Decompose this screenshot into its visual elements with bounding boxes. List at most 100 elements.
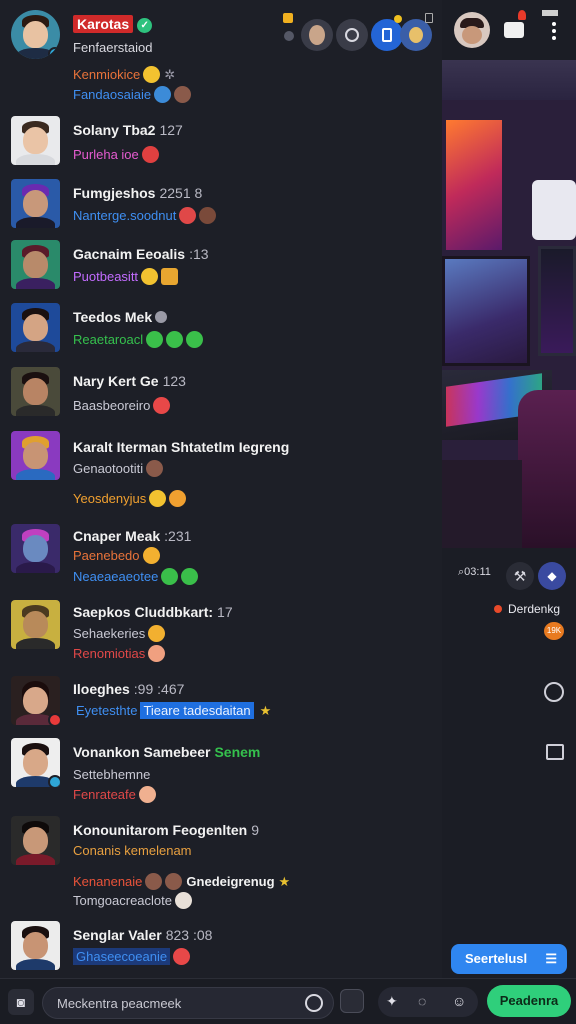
grin-emoji-icon xyxy=(143,66,161,83)
gif-icon[interactable] xyxy=(340,989,364,1013)
message-text: Paenebedo xyxy=(73,547,160,564)
angry-emoji-icon xyxy=(153,397,171,414)
username[interactable]: Teedos Mek xyxy=(73,309,168,325)
message-text: Puotbeasitt xyxy=(73,268,179,285)
dot-icon xyxy=(284,31,294,41)
heart-emoji-icon xyxy=(141,146,159,163)
viewer-avatar-icon[interactable] xyxy=(301,19,333,51)
avatar[interactable] xyxy=(11,921,60,970)
chat-bubble-icon[interactable]: ◆ xyxy=(538,562,566,590)
stream-preview[interactable] xyxy=(442,60,576,548)
username[interactable]: Solany Tba2 127 xyxy=(73,122,183,138)
avatar[interactable] xyxy=(11,367,60,416)
avatar[interactable] xyxy=(11,600,60,649)
clip-icon[interactable] xyxy=(371,19,403,51)
chat-message: Gacnaim Eeoalis:13 Puotbeasitt xyxy=(0,240,442,296)
avatar[interactable] xyxy=(11,738,60,787)
chat-message: Nary Kert Ge 123 Baasbeoreiro xyxy=(0,367,442,423)
message-text: Kenanenaie Gnedeigrenug ★ xyxy=(73,873,291,890)
grin-emoji-icon xyxy=(141,268,159,285)
message-text: Yeosdenyjus xyxy=(73,490,187,507)
share-icon[interactable] xyxy=(504,22,524,38)
smile-emoji-icon xyxy=(175,892,192,909)
chat-message: Solany Tba2 127 Purleha ioe xyxy=(0,116,442,172)
chat-message: Iloeghes:99 :467 Eyetesthte Tieare tadesd… xyxy=(0,676,442,726)
emoji-picker-icon[interactable] xyxy=(305,994,323,1012)
avatar[interactable] xyxy=(11,116,60,165)
username[interactable]: Senglar Valer 823 :08 xyxy=(73,927,212,943)
sparkle-icon: ✲ xyxy=(164,67,176,82)
username[interactable]: Fumgjeshos 2251 8 xyxy=(73,185,202,201)
avatar[interactable] xyxy=(11,179,60,228)
header-line-2: Fandaosaiaie xyxy=(73,86,192,103)
reply-icon[interactable]: ◌ xyxy=(418,993,426,1009)
heart-emoji-icon xyxy=(154,86,172,103)
signal-icon xyxy=(542,10,558,16)
username[interactable]: Vonankon Samebeer Senem xyxy=(73,744,260,760)
avatar[interactable] xyxy=(11,303,60,352)
channel-name-row: Karotas ✓ xyxy=(73,15,153,33)
folder-icon[interactable] xyxy=(546,744,564,760)
username[interactable]: Nary Kert Ge 123 xyxy=(73,373,186,389)
chat-panel: Karotas ✓ Fenfaerstaiod Kenmiokice ✲ Fanda… xyxy=(0,0,442,978)
gift-icon[interactable]: ✦ xyxy=(386,993,398,1010)
second-monitor-image xyxy=(538,246,576,356)
avatar[interactable] xyxy=(11,524,60,573)
streamer-avatar[interactable] xyxy=(454,12,490,48)
ceiling-image xyxy=(442,60,576,100)
chat-message: Karalt Iterman Shtatetlm Iegreng Genaoto… xyxy=(0,431,442,515)
channel-name[interactable]: Karotas xyxy=(73,15,134,33)
message-text: Ghaseecoeanie xyxy=(73,948,191,965)
avatar[interactable] xyxy=(11,240,60,289)
avatar[interactable] xyxy=(11,816,60,865)
avatar[interactable] xyxy=(11,431,60,480)
face-emoji-icon xyxy=(174,86,192,103)
heart-emoji-icon xyxy=(179,207,197,224)
camera-icon[interactable]: ◙ xyxy=(8,989,34,1015)
frog-emoji-icon xyxy=(161,568,179,585)
username[interactable]: Iloeghes:99 :467 xyxy=(73,681,184,697)
thumbs-up-icon xyxy=(161,268,179,285)
username[interactable]: Gacnaim Eeoalis:13 xyxy=(73,246,209,262)
reward-icon[interactable] xyxy=(400,19,432,51)
username[interactable]: Saepkos Cluddbkart: 17 xyxy=(73,604,233,620)
mod-badge-icon xyxy=(155,311,168,323)
live-label: Derdenkg xyxy=(508,602,561,616)
message-text: Nanterge.soodnut xyxy=(73,207,217,224)
message-text: Purleha ioe xyxy=(73,146,159,163)
face-emoji-icon xyxy=(199,207,217,224)
message-text: Settebhemne xyxy=(73,767,151,782)
viewer-count-icon: ⌕03:11 xyxy=(458,566,491,578)
message-text: Neaeaeaeotee xyxy=(73,568,199,585)
chat-message: Konounitarom Feogenlten 9 Conanis kemelen… xyxy=(0,816,442,912)
popout-icon[interactable] xyxy=(425,13,433,23)
chat-message: Cnaper Meak:231 Paenebedo Neaeaeaeotee xyxy=(0,524,442,594)
laugh-emoji-icon xyxy=(138,786,156,803)
settings-icon[interactable]: ☺ xyxy=(452,993,466,1009)
message-icon: ☰ xyxy=(545,951,557,966)
message-text: Sehaekeries xyxy=(73,625,166,642)
username[interactable]: Konounitarom Feogenlten 9 xyxy=(73,822,259,838)
more-options-icon[interactable] xyxy=(552,22,556,40)
wall-poster-image xyxy=(446,120,502,250)
message-text: Renomiotias xyxy=(73,645,166,662)
message-input[interactable] xyxy=(57,988,297,1018)
bottom-bar: ◙ ✦ ◌ ☺ Peadenra xyxy=(0,978,576,1024)
action-group: ✦ ◌ ☺ xyxy=(378,987,478,1017)
message-composer[interactable] xyxy=(42,987,334,1019)
tools-icon[interactable]: ⚒ xyxy=(506,562,534,590)
frog-emoji-icon xyxy=(181,568,199,585)
channel-avatar[interactable] xyxy=(11,10,60,59)
username[interactable]: Cnaper Meak:231 xyxy=(73,528,191,544)
username[interactable]: Karalt Iterman Shtatetlm Iegreng xyxy=(73,439,289,455)
subscribe-button[interactable]: Seertelusl ☰ xyxy=(451,944,567,974)
light-panel-image xyxy=(532,180,576,240)
chat-message: Fumgjeshos 2251 8 Nanterge.soodnut xyxy=(0,179,442,235)
avatar[interactable] xyxy=(11,676,60,725)
timer-icon[interactable] xyxy=(336,19,368,51)
face-emoji-icon xyxy=(146,460,164,477)
channel-subtitle: Fenfaerstaiod xyxy=(73,40,153,55)
send-button[interactable]: Peadenra xyxy=(487,985,571,1017)
clock-icon[interactable] xyxy=(544,682,564,702)
fire-icon xyxy=(518,10,526,20)
